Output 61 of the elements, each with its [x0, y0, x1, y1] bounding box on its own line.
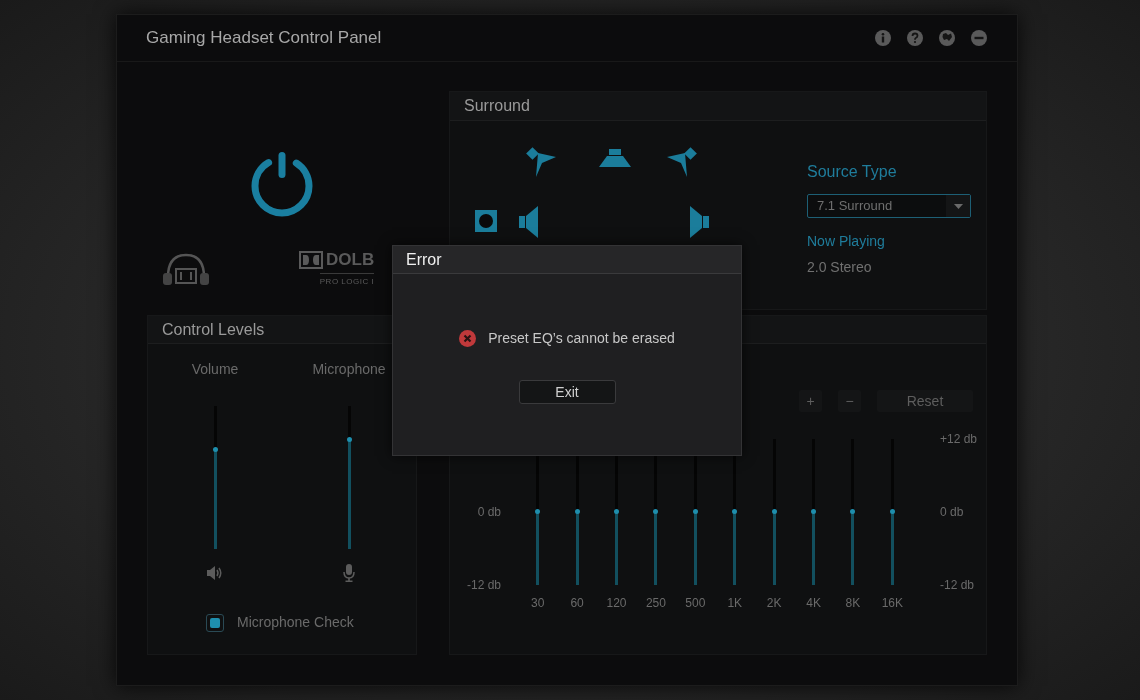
headphones-icon — [161, 251, 211, 287]
slider-thumb[interactable] — [889, 509, 895, 514]
exit-button[interactable]: Exit — [518, 380, 616, 404]
speaker-icon[interactable] — [526, 147, 558, 179]
double-d-icon — [299, 251, 323, 269]
now-playing-value: 2.0 Stereo — [807, 258, 873, 276]
scale-label: -12 db — [466, 577, 501, 593]
band-label: 4K — [806, 595, 821, 611]
band-label: 250 — [645, 595, 666, 611]
logo-wordmark: DOLB — [326, 250, 375, 270]
speaker-icon[interactable] — [688, 205, 710, 239]
panel-title: Surround — [464, 96, 530, 116]
slider-thumb[interactable] — [653, 509, 659, 514]
speaker-icon[interactable] — [665, 147, 697, 179]
slider-label: Microphone — [312, 361, 386, 377]
microphone-icon — [343, 564, 355, 582]
slider-thumb[interactable] — [535, 509, 541, 514]
minimize-icon[interactable] — [971, 30, 987, 46]
slider-thumb[interactable] — [212, 447, 218, 453]
globe-icon[interactable] — [939, 30, 955, 46]
band-label: 8K — [845, 595, 861, 611]
scale-label: -12 db — [940, 577, 976, 593]
band-label: 1K — [727, 595, 743, 611]
slider-thumb[interactable] — [771, 509, 777, 514]
caret-icon — [953, 203, 963, 209]
logo-subtitle: PRO LOGIC I — [319, 273, 375, 287]
window-title: Gaming Headset Control Panel — [146, 27, 382, 50]
slider-thumb[interactable] — [850, 509, 856, 514]
eq-button[interactable]: − — [838, 390, 861, 412]
checkbox-label: Microphone Check — [237, 613, 354, 632]
slider-thumb[interactable] — [811, 509, 817, 514]
reset-button[interactable]: Reset — [877, 390, 973, 412]
slider-thumb[interactable] — [692, 509, 698, 514]
band-label: 60 — [570, 595, 584, 611]
scale-label: 0 db — [940, 504, 965, 520]
scale-label: 0 db — [477, 504, 501, 520]
slider-thumb[interactable] — [732, 509, 738, 514]
panel-title: Control Levels — [162, 319, 265, 340]
source-type-dropdown[interactable]: 7.1 Surround — [807, 194, 971, 218]
slider-thumb[interactable] — [574, 509, 580, 514]
speaker-icon — [206, 565, 224, 581]
help-icon[interactable] — [907, 30, 923, 46]
scale-label: +12 db — [940, 431, 978, 447]
band-label: 120 — [606, 595, 627, 611]
subwoofer-icon[interactable] — [474, 209, 498, 233]
eq-button[interactable]: + — [799, 390, 822, 412]
band-label: 500 — [685, 595, 706, 611]
slider-thumb[interactable] — [346, 437, 352, 443]
speaker-icon[interactable] — [518, 205, 540, 239]
error-icon — [459, 330, 477, 347]
band-label: 30 — [531, 595, 545, 611]
band-label: 2K — [766, 595, 782, 611]
now-playing-label: Now Playing — [807, 232, 886, 250]
slider-label: Volume — [191, 361, 239, 377]
error-message: Preset EQ’s cannot be erased — [488, 329, 675, 348]
source-type-label: Source Type — [807, 162, 898, 182]
info-icon[interactable] — [875, 30, 891, 46]
checkbox[interactable] — [206, 613, 224, 632]
band-label: 16K — [881, 595, 904, 611]
slider-thumb[interactable] — [614, 509, 619, 514]
dialog-title: Error — [406, 249, 442, 270]
